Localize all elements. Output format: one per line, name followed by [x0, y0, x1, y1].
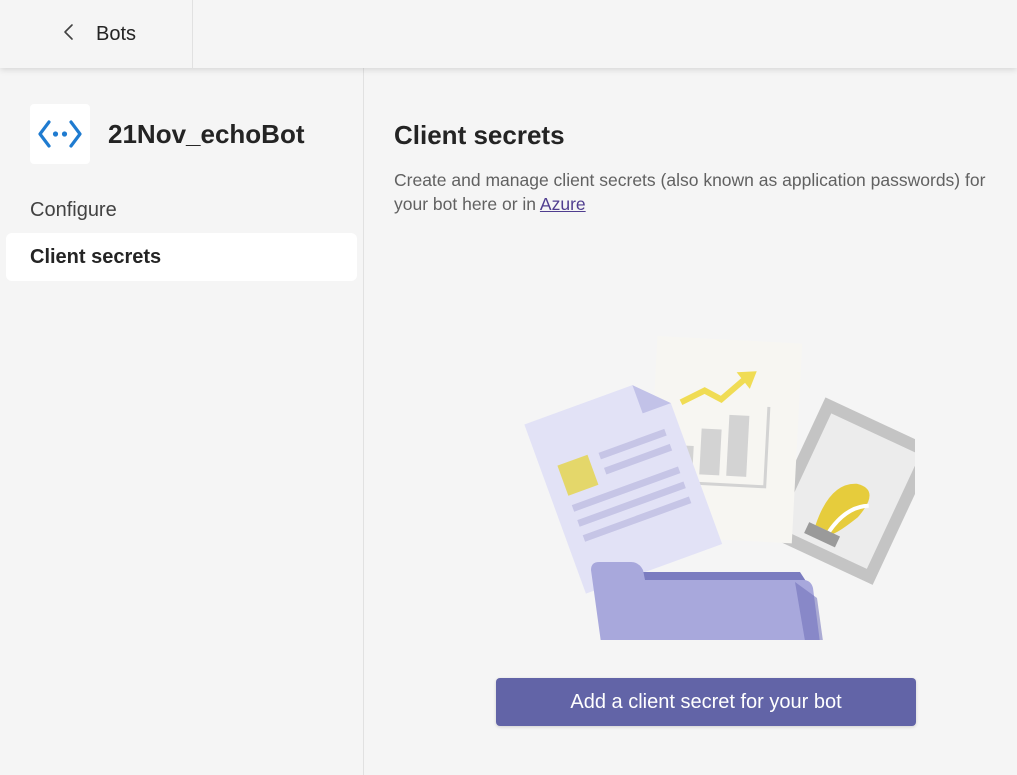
back-navigation: Bots: [0, 0, 193, 68]
back-label: Bots: [96, 22, 137, 45]
add-client-secret-button[interactable]: Add a client secret for your bot: [496, 678, 916, 726]
app-header: 21Nov_echoBot: [30, 104, 305, 164]
chevron-left-icon: [60, 23, 78, 46]
app-name: 21Nov_echoBot: [108, 118, 305, 149]
description-text: Create and manage client secrets (also k…: [394, 170, 986, 214]
sidebar-item-label: Configure: [30, 198, 117, 221]
sidebar-item-client-secrets[interactable]: Client secrets: [6, 233, 357, 281]
azure-link[interactable]: Azure: [540, 194, 586, 214]
back-button[interactable]: Bots: [60, 23, 136, 46]
sidebar-item-label: Client secrets: [30, 245, 162, 268]
main-content: Client secrets Create and manage client …: [365, 68, 1017, 775]
page-description: Create and manage client secrets (also k…: [394, 168, 1004, 216]
sidebar-item-configure[interactable]: Configure: [6, 186, 357, 234]
sidebar: 21Nov_echoBot Configure Client secrets: [0, 68, 364, 775]
page-title: Client secrets: [394, 120, 565, 150]
documents-folder-illustration: [495, 330, 937, 702]
top-bar: Bots: [0, 0, 1017, 68]
bot-code-icon: [30, 104, 90, 164]
